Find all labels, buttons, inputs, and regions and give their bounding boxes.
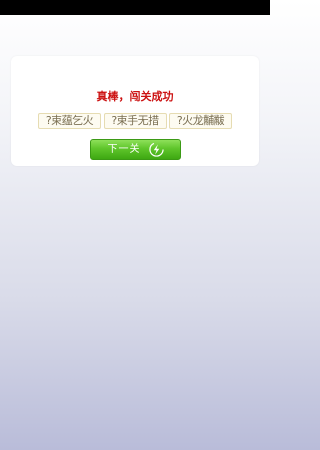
- answer-chip: ?火龙黼黻: [169, 113, 232, 129]
- answer-list: ?束蕴乞火 ?束手无措 ?火龙黼黻: [38, 113, 232, 129]
- answer-chip: ?束蕴乞火: [38, 113, 101, 129]
- next-level-button[interactable]: 下一关: [90, 139, 181, 160]
- answer-chip: ?束手无措: [103, 113, 167, 129]
- next-level-label: 下一关: [107, 143, 141, 155]
- status-bar: [0, 0, 270, 15]
- result-card: 真棒，闯关成功 ?束蕴乞火 ?束手无措 ?火龙黼黻 下一关: [11, 56, 259, 166]
- success-title: 真棒，闯关成功: [96, 90, 174, 103]
- lightning-icon: [148, 142, 164, 157]
